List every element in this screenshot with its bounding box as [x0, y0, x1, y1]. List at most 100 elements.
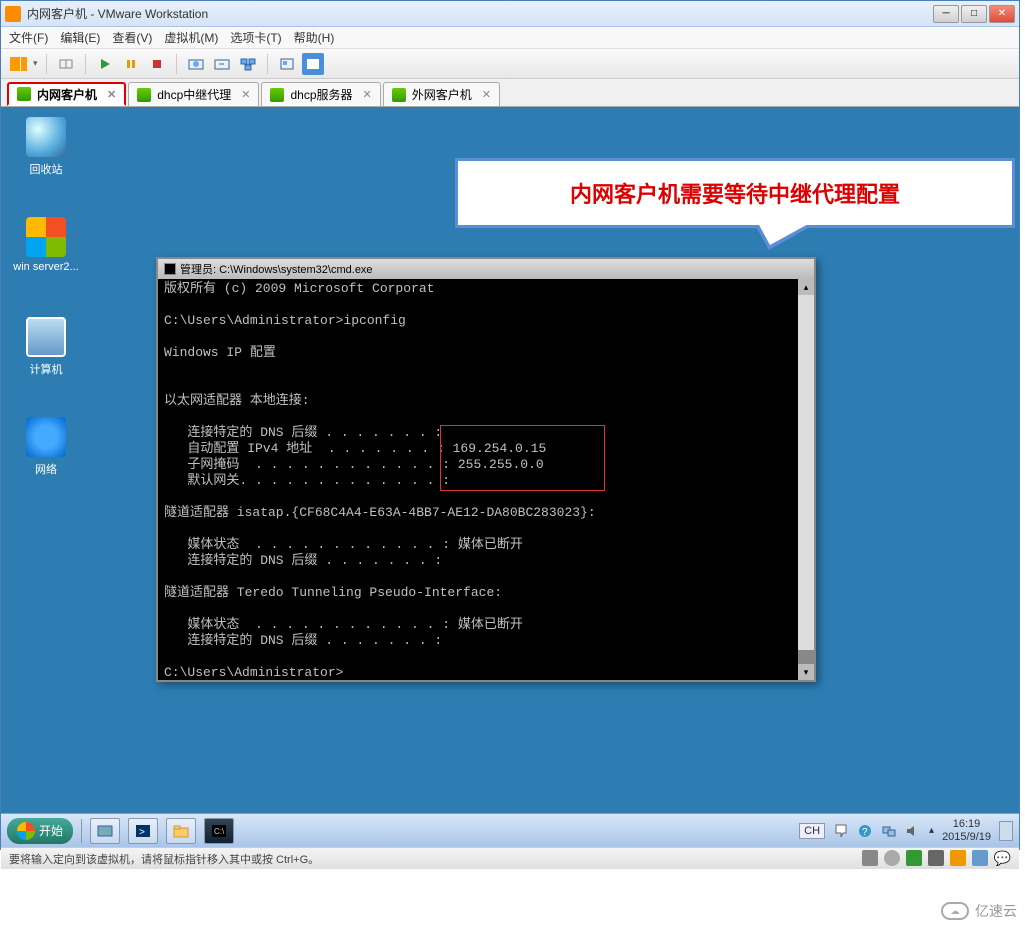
vmware-app-icon	[5, 6, 21, 22]
library-button[interactable]	[7, 53, 29, 75]
cmd-titlebar[interactable]: 管理员: C:\Windows\system32\cmd.exe	[158, 259, 814, 279]
watermark-cloud-icon: ☁	[941, 902, 969, 920]
watermark-text: 亿速云	[975, 901, 1017, 921]
toolbar: ▾	[1, 49, 1019, 79]
snapshot-button[interactable]	[185, 53, 207, 75]
tab-close-icon[interactable]: ✕	[482, 88, 491, 101]
vm-running-icon	[270, 88, 284, 102]
cmd-window[interactable]: 管理员: C:\Windows\system32\cmd.exe 版权所有 (c…	[156, 257, 816, 682]
toolbar-separator	[85, 54, 86, 74]
minimize-button[interactable]: ─	[933, 5, 959, 23]
toolbar-separator	[46, 54, 47, 74]
desktop-icon-recycle-bin[interactable]: 回收站	[11, 117, 81, 177]
menu-help[interactable]: 帮助(H)	[294, 29, 335, 46]
tray-chevron-icon[interactable]: ▴	[929, 825, 934, 836]
svg-text:?: ?	[862, 827, 868, 838]
status-message: 要将输入定向到该虚拟机，请将鼠标指针移入其中或按 Ctrl+G。	[9, 851, 319, 867]
desktop-icon-network[interactable]: 网络	[11, 417, 81, 477]
svg-text:C:\: C:\	[214, 827, 225, 836]
tab-close-icon[interactable]: ✕	[363, 88, 372, 101]
thumbnail-button[interactable]	[55, 53, 77, 75]
vmware-statusbar: 要将输入定向到该虚拟机，请将鼠标指针移入其中或按 Ctrl+G。 💬	[1, 847, 1019, 869]
toolbar-separator	[176, 54, 177, 74]
computer-icon	[26, 317, 66, 357]
tab-close-icon[interactable]: ✕	[107, 88, 116, 101]
tab-close-icon[interactable]: ✕	[241, 88, 250, 101]
vm-tab-external-client[interactable]: 外网客户机 ✕	[383, 82, 500, 106]
taskbar-clock[interactable]: 16:19 2015/9/19	[942, 818, 991, 844]
vmware-titlebar: 内网客户机 - VMware Workstation ─ □ ✕	[1, 1, 1019, 27]
snapshot-revert-button[interactable]	[211, 53, 233, 75]
taskbar-cmd[interactable]: C:\	[204, 818, 234, 844]
scroll-down-arrow[interactable]: ▾	[798, 664, 814, 680]
cmd-output[interactable]: 版权所有 (c) 2009 Microsoft Corporat C:\User…	[158, 279, 814, 680]
cmd-icon	[164, 263, 176, 275]
scroll-thumb[interactable]	[798, 650, 814, 664]
taskbar-separator	[81, 819, 82, 843]
power-on-button[interactable]	[94, 53, 116, 75]
vm-tab-dhcp-server[interactable]: dhcp服务器 ✕	[261, 82, 380, 106]
menubar: 文件(F) 编辑(E) 查看(V) 虚拟机(M) 选项卡(T) 帮助(H)	[1, 27, 1019, 49]
vm-tab-label: 外网客户机	[412, 86, 472, 103]
menu-edit[interactable]: 编辑(E)	[60, 29, 100, 46]
language-indicator[interactable]: CH	[799, 823, 825, 839]
tray-action-center-icon[interactable]	[833, 823, 849, 839]
vm-tab-label: dhcp服务器	[290, 86, 352, 103]
vm-tab-dhcp-relay[interactable]: dhcp中继代理 ✕	[128, 82, 259, 106]
taskbar-server-manager[interactable]	[90, 818, 120, 844]
vmware-window: 内网客户机 - VMware Workstation ─ □ ✕ 文件(F) 编…	[0, 0, 1020, 850]
suspend-button[interactable]	[120, 53, 142, 75]
menu-tabs[interactable]: 选项卡(T)	[230, 29, 281, 46]
vm-tab-internal-client[interactable]: 内网客户机 ✕	[7, 82, 126, 106]
vm-running-icon	[17, 87, 31, 101]
desktop-icon-label: 计算机	[11, 361, 81, 377]
tray-help-icon[interactable]: ?	[857, 823, 873, 839]
fullscreen-button[interactable]	[302, 53, 324, 75]
unity-button[interactable]	[276, 53, 298, 75]
status-cd-icon[interactable]	[884, 850, 900, 866]
tray-network-icon[interactable]	[881, 823, 897, 839]
maximize-button[interactable]: □	[961, 5, 987, 23]
close-button[interactable]: ✕	[989, 5, 1015, 23]
desktop-icon-computer[interactable]: 计算机	[11, 317, 81, 377]
clock-time: 16:19	[942, 818, 991, 831]
network-icon	[26, 417, 66, 457]
cmd-scrollbar[interactable]: ▴ ▾	[798, 279, 814, 680]
vm-running-icon	[137, 88, 151, 102]
menu-view[interactable]: 查看(V)	[112, 29, 152, 46]
vm-running-icon	[392, 88, 406, 102]
status-hdd-icon[interactable]	[862, 850, 878, 866]
guest-taskbar: 开始 > C:\ CH ? ▴ 16:19 2015/9/19	[1, 813, 1019, 847]
taskbar-powershell[interactable]: >	[128, 818, 158, 844]
clock-date: 2015/9/19	[942, 831, 991, 844]
start-button[interactable]: 开始	[7, 818, 73, 844]
vm-tabs: 内网客户机 ✕ dhcp中继代理 ✕ dhcp服务器 ✕ 外网客户机 ✕	[1, 79, 1019, 107]
callout-text: 内网客户机需要等待中继代理配置	[570, 182, 900, 207]
menu-vm[interactable]: 虚拟机(M)	[164, 29, 218, 46]
taskbar-explorer[interactable]	[166, 818, 196, 844]
vm-tab-label: dhcp中继代理	[157, 86, 231, 103]
vm-tab-label: 内网客户机	[37, 86, 97, 103]
status-network-icon[interactable]	[906, 850, 922, 866]
watermark: ☁ 亿速云	[941, 901, 1017, 921]
status-usb-icon[interactable]	[928, 850, 944, 866]
windows-logo-icon	[26, 217, 66, 257]
status-printer-icon[interactable]	[972, 850, 988, 866]
window-title: 内网客户机 - VMware Workstation	[27, 5, 208, 22]
show-desktop-button[interactable]	[999, 821, 1013, 841]
toolbar-separator	[267, 54, 268, 74]
start-label: 开始	[39, 822, 63, 839]
desktop-icon-label: 回收站	[11, 161, 81, 177]
windows-orb-icon	[17, 822, 35, 840]
power-off-button[interactable]	[146, 53, 168, 75]
tray-sound-icon[interactable]	[905, 823, 921, 839]
menu-file[interactable]: 文件(F)	[9, 29, 48, 46]
cmd-title: 管理员: C:\Windows\system32\cmd.exe	[180, 261, 373, 277]
scroll-up-arrow[interactable]: ▴	[798, 279, 814, 295]
snapshot-manager-button[interactable]	[237, 53, 259, 75]
status-message-icon[interactable]: 💬	[994, 850, 1011, 867]
status-sound-icon[interactable]	[950, 850, 966, 866]
desktop-icon-winserver[interactable]: win server2...	[11, 217, 81, 273]
desktop-icon-label: win server2...	[11, 261, 81, 273]
annotation-callout: 内网客户机需要等待中继代理配置	[455, 158, 1015, 228]
